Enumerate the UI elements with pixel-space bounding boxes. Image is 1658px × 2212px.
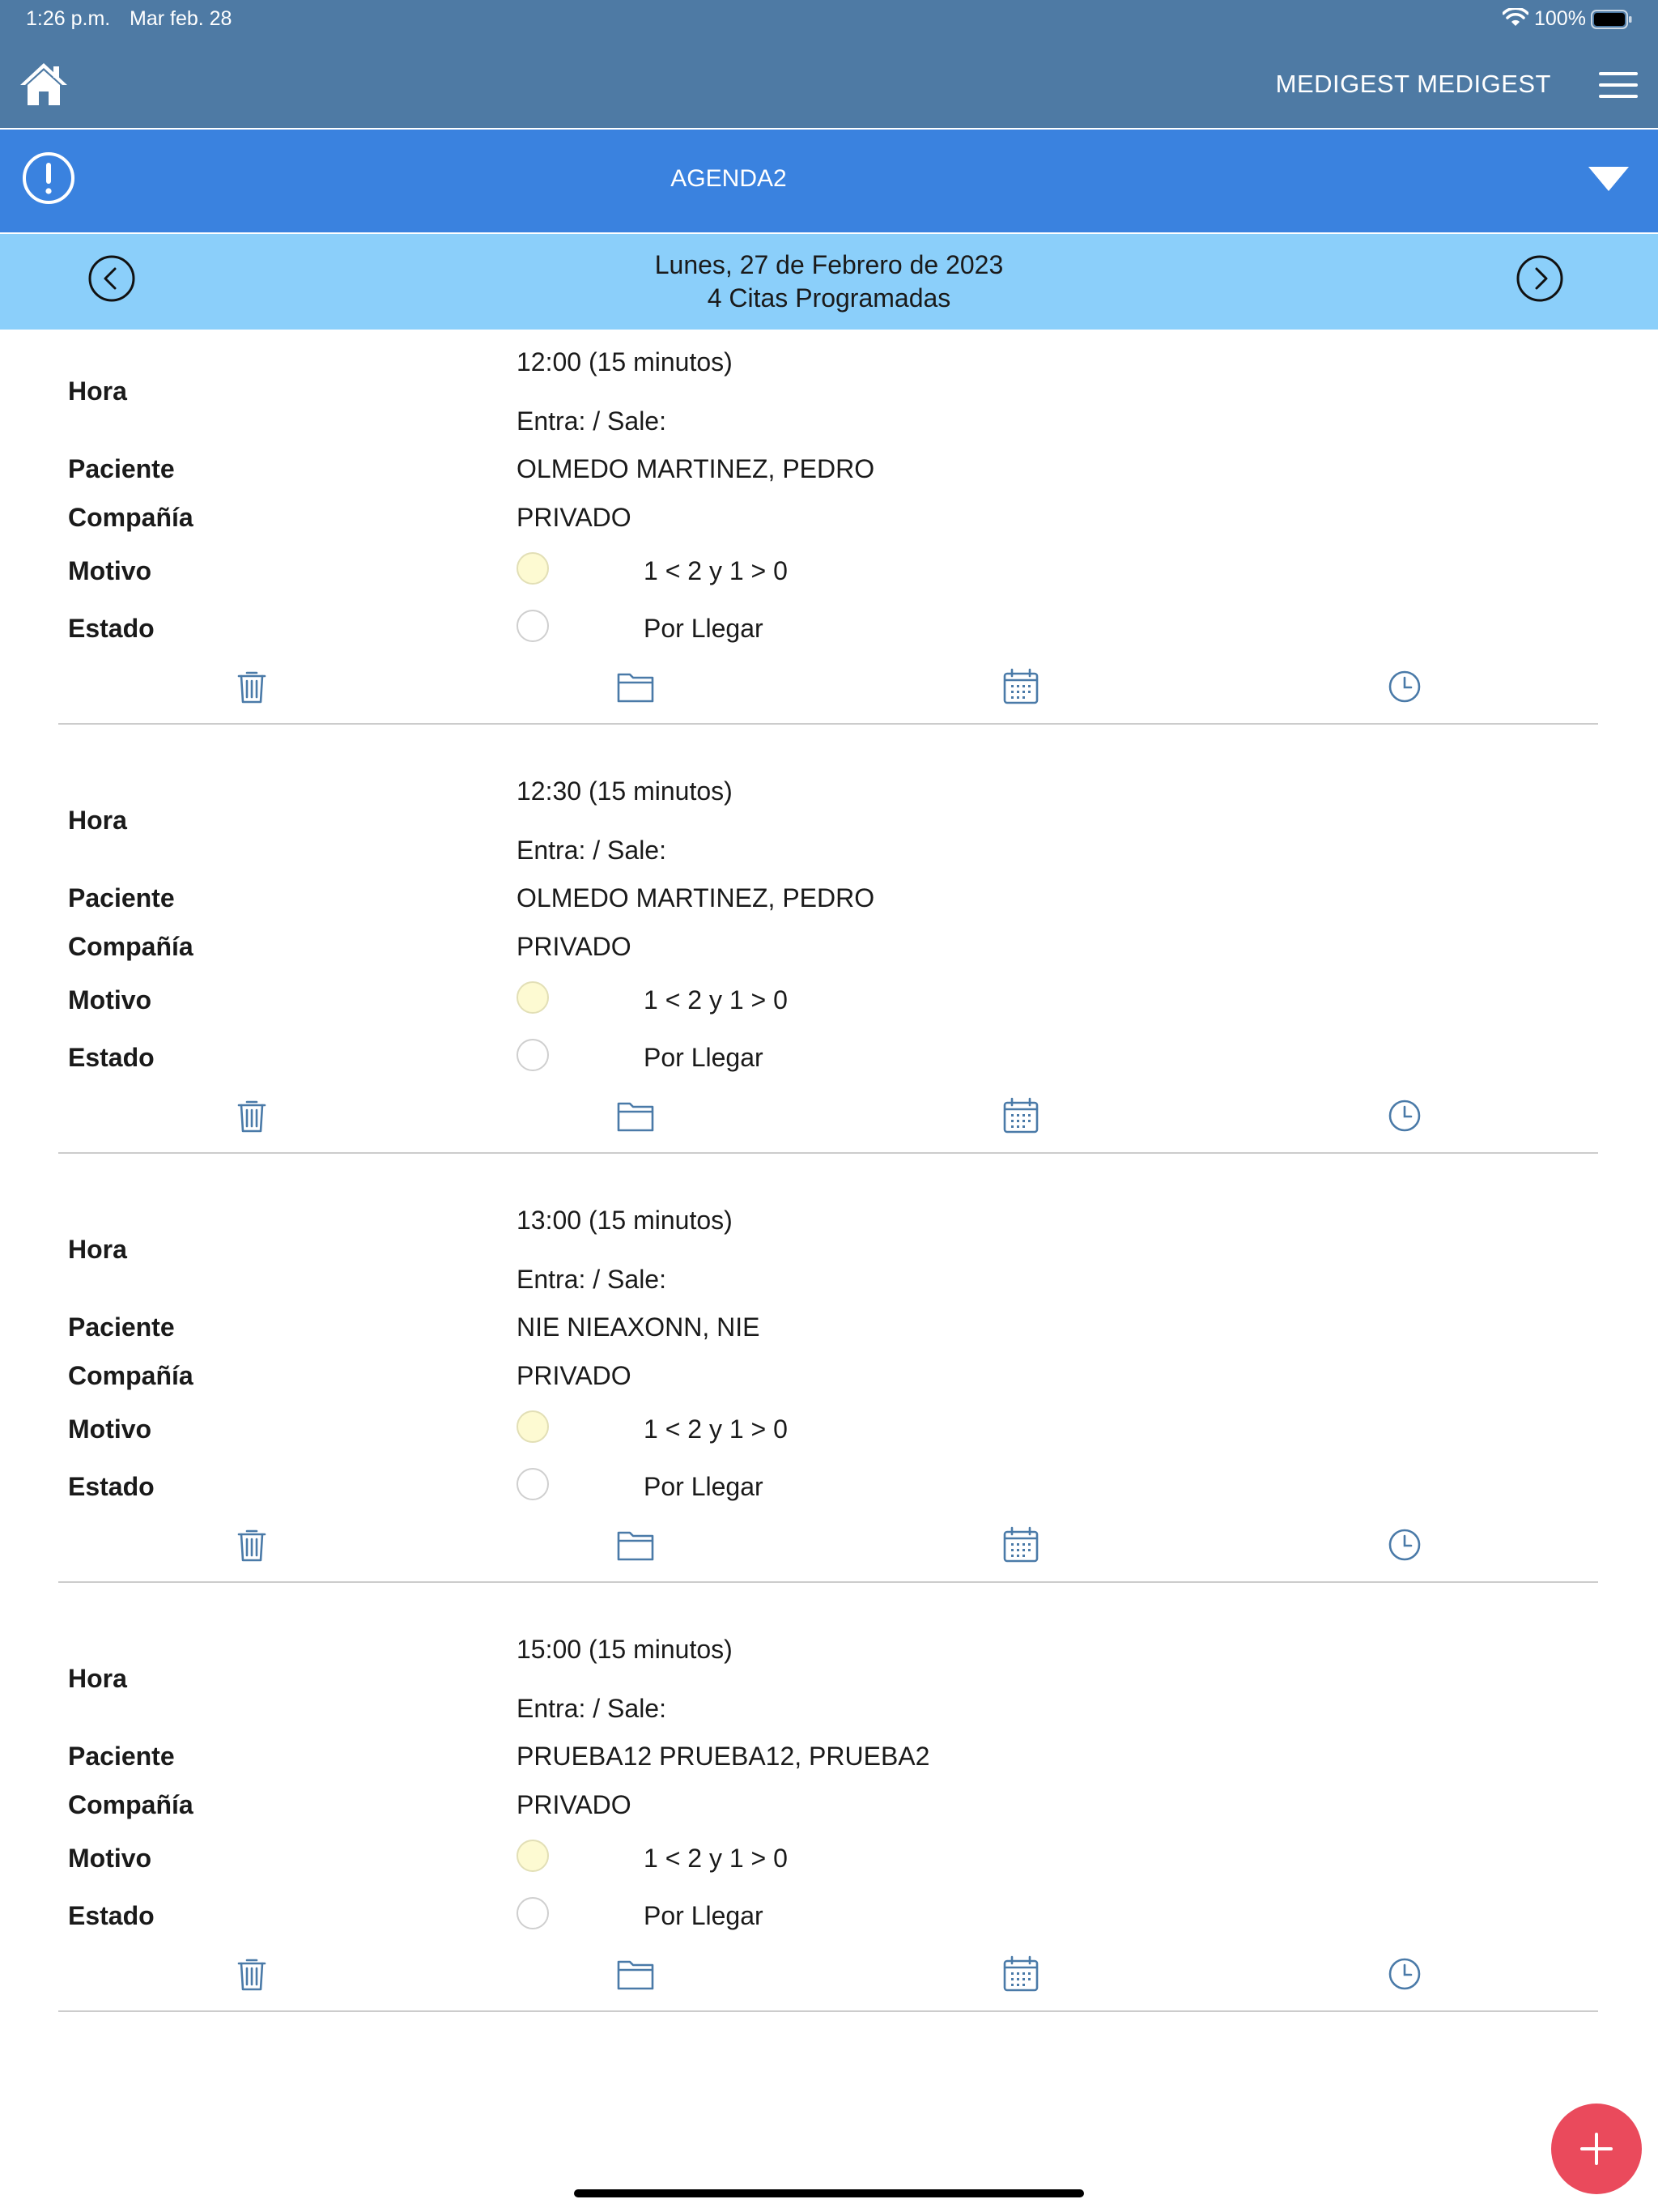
estado-label: Estado xyxy=(68,1901,155,1930)
add-appointment-button[interactable] xyxy=(1551,2104,1642,2194)
estado-label: Estado xyxy=(68,1472,155,1501)
app-header: MEDIGEST MEDIGEST xyxy=(0,40,1658,128)
selected-date: Lunes, 27 de Febrero de 2023 xyxy=(654,250,1004,279)
plus-icon xyxy=(1580,2133,1613,2165)
motivo-color-dot xyxy=(517,552,549,585)
folder-icon[interactable] xyxy=(616,1955,655,1993)
appointments-count: 4 Citas Programadas xyxy=(707,283,951,313)
home-indicator[interactable] xyxy=(574,2189,1084,2197)
company-name: PRIVADO xyxy=(517,1790,631,1819)
next-day-button[interactable] xyxy=(1516,254,1564,303)
trash-icon[interactable] xyxy=(232,1955,271,1993)
estado-label: Estado xyxy=(68,614,155,643)
triangle-down-icon[interactable] xyxy=(1587,165,1630,193)
hora-label: Hora xyxy=(68,1664,127,1693)
clock-icon[interactable] xyxy=(1385,1096,1424,1135)
divider xyxy=(58,1581,1598,1583)
patient-name: OLMEDO MARTINEZ, PEDRO xyxy=(517,454,875,483)
estado-text: Por Llegar xyxy=(644,1472,763,1501)
menu-button[interactable] xyxy=(1599,71,1638,99)
motivo-text: 1 < 2 y 1 > 0 xyxy=(644,1844,788,1873)
motivo-text: 1 < 2 y 1 > 0 xyxy=(644,1414,788,1444)
motivo-label: Motivo xyxy=(68,1844,152,1873)
estado-text: Por Llegar xyxy=(644,1043,763,1072)
hora-label: Hora xyxy=(68,1235,127,1264)
paciente-label: Paciente xyxy=(68,883,175,912)
estado-status-dot xyxy=(517,1468,549,1500)
chevron-right-circle-icon xyxy=(1516,255,1563,302)
estado-text: Por Llegar xyxy=(644,614,763,643)
motivo-color-dot xyxy=(517,1410,549,1443)
paciente-label: Paciente xyxy=(68,1312,175,1342)
folder-icon[interactable] xyxy=(616,667,655,706)
trash-icon[interactable] xyxy=(232,1525,271,1564)
divider xyxy=(58,1152,1598,1154)
trash-icon[interactable] xyxy=(232,667,271,706)
motivo-color-dot xyxy=(517,1840,549,1872)
company-name: PRIVADO xyxy=(517,503,631,532)
appointment-time: 12:30 (15 minutos) xyxy=(517,776,733,806)
battery-icon xyxy=(1591,10,1632,29)
calendar-icon[interactable] xyxy=(1001,1955,1040,1993)
motivo-text: 1 < 2 y 1 > 0 xyxy=(644,985,788,1015)
home-button[interactable] xyxy=(18,58,70,110)
motivo-label: Motivo xyxy=(68,556,152,585)
clock-icon[interactable] xyxy=(1385,1525,1424,1564)
status-bar: 1:26 p.m. Mar feb. 28 100% xyxy=(0,0,1658,40)
clock-icon[interactable] xyxy=(1385,1955,1424,1993)
appointment-card[interactable]: Hora 12:00 (15 minutos) Entra: / Sale: P… xyxy=(0,330,1658,759)
estado-status-dot xyxy=(517,610,549,642)
folder-icon[interactable] xyxy=(616,1096,655,1135)
user-name[interactable]: MEDIGEST MEDIGEST xyxy=(1276,70,1551,99)
wifi-icon xyxy=(1503,8,1528,26)
estado-status-dot xyxy=(517,1039,549,1071)
company-name: PRIVADO xyxy=(517,932,631,961)
compania-label: Compañía xyxy=(68,1790,193,1819)
compania-label: Compañía xyxy=(68,932,193,961)
divider xyxy=(58,2010,1598,2012)
battery-percentage: 100% xyxy=(1534,7,1586,30)
entra-sale: Entra: / Sale: xyxy=(517,406,666,436)
hora-label: Hora xyxy=(68,806,127,835)
compania-label: Compañía xyxy=(68,1361,193,1390)
divider xyxy=(58,723,1598,725)
motivo-color-dot xyxy=(517,981,549,1014)
calendar-icon[interactable] xyxy=(1001,667,1040,706)
patient-name: OLMEDO MARTINEZ, PEDRO xyxy=(517,883,875,912)
appointment-card[interactable]: Hora 13:00 (15 minutos) Entra: / Sale: P… xyxy=(0,1188,1658,1617)
home-icon xyxy=(20,63,67,105)
hamburger-menu-icon xyxy=(1599,72,1638,98)
motivo-label: Motivo xyxy=(68,985,152,1015)
folder-icon[interactable] xyxy=(616,1525,655,1564)
appointment-time: 15:00 (15 minutos) xyxy=(517,1635,733,1664)
appointment-time: 13:00 (15 minutos) xyxy=(517,1206,733,1235)
estado-status-dot xyxy=(517,1897,549,1929)
estado-text: Por Llegar xyxy=(644,1901,763,1930)
date-navigation-bar xyxy=(0,234,1658,330)
entra-sale: Entra: / Sale: xyxy=(517,1694,666,1723)
status-date: Mar feb. 28 xyxy=(130,7,232,30)
calendar-icon[interactable] xyxy=(1001,1525,1040,1564)
clock-icon[interactable] xyxy=(1385,667,1424,706)
compania-label: Compañía xyxy=(68,503,193,532)
paciente-label: Paciente xyxy=(68,454,175,483)
company-name: PRIVADO xyxy=(517,1361,631,1390)
agenda-selector-bar[interactable]: AGENDA2 xyxy=(0,130,1658,232)
calendar-icon[interactable] xyxy=(1001,1096,1040,1135)
agenda-title: AGENDA2 xyxy=(670,165,787,192)
motivo-label: Motivo xyxy=(68,1414,152,1444)
appointment-card[interactable]: Hora 15:00 (15 minutos) Entra: / Sale: P… xyxy=(0,1617,1658,2046)
patient-name: PRUEBA12 PRUEBA12, PRUEBA2 xyxy=(517,1742,930,1771)
entra-sale: Entra: / Sale: xyxy=(517,1265,666,1294)
hora-label: Hora xyxy=(68,376,127,406)
appointment-card[interactable]: Hora 12:30 (15 minutos) Entra: / Sale: P… xyxy=(0,759,1658,1188)
motivo-text: 1 < 2 y 1 > 0 xyxy=(644,556,788,585)
entra-sale: Entra: / Sale: xyxy=(517,836,666,865)
estado-label: Estado xyxy=(68,1043,155,1072)
trash-icon[interactable] xyxy=(232,1096,271,1135)
status-time: 1:26 p.m. xyxy=(26,7,111,30)
paciente-label: Paciente xyxy=(68,1742,175,1771)
appointment-time: 12:00 (15 minutos) xyxy=(517,347,733,376)
patient-name: NIE NIEAXONN, NIE xyxy=(517,1312,760,1342)
